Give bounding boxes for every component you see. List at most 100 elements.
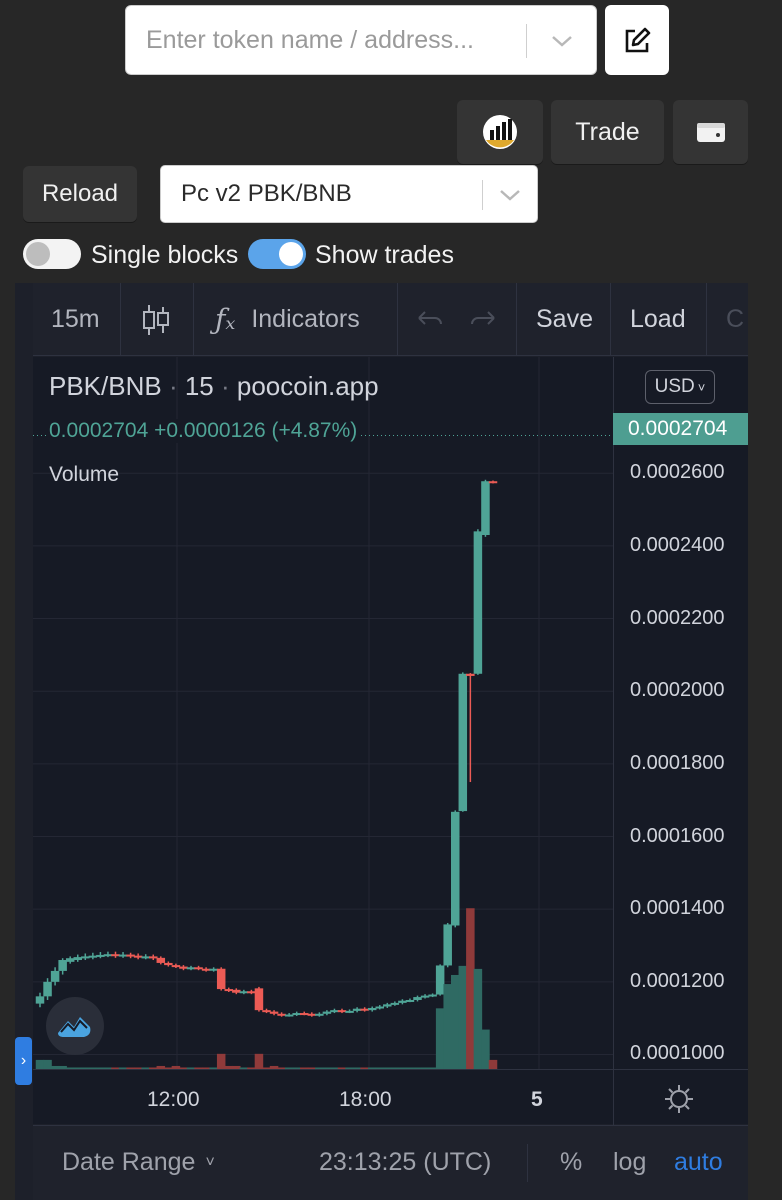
search-divider <box>526 24 527 58</box>
currency-select[interactable]: USD ˅ <box>645 370 715 404</box>
candle-body <box>50 970 60 982</box>
legend-interval: 15 <box>184 371 214 401</box>
candle-body <box>398 1000 407 1003</box>
chart-logo-button[interactable] <box>457 100 543 164</box>
candle-body <box>171 965 181 968</box>
candle-body <box>254 988 264 1011</box>
candle-body <box>458 673 468 812</box>
candle-body <box>473 531 483 674</box>
toolbar-divider <box>120 283 121 355</box>
price-tick-label: 0.0001600 <box>630 824 725 847</box>
candle-body <box>390 1002 400 1005</box>
cut-button[interactable]: C <box>726 283 744 355</box>
indicators-button[interactable]: ƒₓ Indicators <box>215 283 360 355</box>
wallet-button[interactable] <box>673 100 748 164</box>
candle-body <box>360 1008 369 1011</box>
date-range-button[interactable]: Date Range ˅ <box>62 1126 215 1199</box>
price-tick-label: 0.0001200 <box>630 969 725 992</box>
log-toggle[interactable]: log <box>613 1126 646 1199</box>
token-search-input[interactable] <box>126 6 526 74</box>
chevron-down-icon[interactable] <box>497 186 523 204</box>
current-price-tag: 0.0002704 <box>613 413 748 445</box>
toolbar-divider <box>706 283 707 355</box>
side-panel-handle[interactable]: › <box>15 1037 32 1085</box>
candle-body <box>156 957 166 963</box>
candle-body <box>443 924 452 966</box>
chevron-down-icon[interactable] <box>549 32 575 50</box>
chevron-down-icon: ˅ <box>205 1153 215 1171</box>
edit-button[interactable] <box>605 5 669 75</box>
volume-bar <box>473 968 483 1069</box>
toolbar-divider <box>193 283 194 355</box>
candle-body <box>300 1013 309 1016</box>
single-blocks-toggle[interactable] <box>23 239 81 269</box>
candle-body <box>65 958 75 962</box>
candle-body <box>43 981 52 997</box>
pair-select[interactable]: Pc v2 PBK/BNB <box>160 165 538 223</box>
candle-body <box>277 1013 286 1016</box>
reload-button[interactable]: Reload <box>23 166 137 222</box>
wallet-icon <box>696 123 725 142</box>
candle-body <box>488 481 498 484</box>
token-search-box[interactable] <box>125 5 597 75</box>
candle-body <box>330 1010 339 1013</box>
candle-body <box>35 996 45 1004</box>
price-axis[interactable]: 0.0002600 0.0002400 0.0002200 0.0002000 0.00… <box>613 357 748 1069</box>
time-axis[interactable]: 12:00 18:00 5 <box>33 1069 748 1125</box>
toolbar-divider <box>397 283 398 355</box>
candle-body <box>269 1011 279 1014</box>
candle-body <box>375 1006 384 1009</box>
candle-body <box>111 954 120 957</box>
trade-button[interactable]: Trade <box>551 100 664 164</box>
auto-toggle[interactable]: auto <box>674 1126 723 1199</box>
candle-body <box>383 1004 392 1007</box>
redo-button[interactable] <box>468 283 498 355</box>
percent-toggle[interactable]: % <box>560 1126 582 1199</box>
toggle-knob <box>26 242 50 266</box>
candle-body <box>73 957 82 961</box>
utc-clock[interactable]: 23:13:25 (UTC) <box>319 1126 491 1199</box>
chart-bottom-bar: Date Range ˅ 23:13:25 (UTC) % log auto <box>33 1125 748 1200</box>
indicators-label: Indicators <box>251 305 360 333</box>
candle-body <box>435 965 445 995</box>
price-tick-label: 0.0001800 <box>630 751 725 774</box>
tradingview-logo-button[interactable] <box>46 997 104 1055</box>
undo-button[interactable] <box>415 283 445 355</box>
redo-icon <box>471 310 495 325</box>
volume-bar <box>451 974 460 1069</box>
candle-body <box>239 991 249 994</box>
candle-body <box>451 811 460 926</box>
candle-body <box>413 997 422 1000</box>
settings-gear-icon[interactable] <box>664 1084 694 1114</box>
legend-source: poocoin.app <box>236 371 379 401</box>
load-button[interactable]: Load <box>630 283 686 355</box>
candle-type-button[interactable] <box>141 283 171 355</box>
candle-body <box>428 994 437 997</box>
chevron-right-icon: › <box>20 1052 27 1069</box>
toggle-knob <box>279 242 303 266</box>
candle-body <box>194 967 203 970</box>
legend-volume-label: Volume <box>49 463 120 486</box>
candle-body <box>164 962 173 966</box>
bottom-divider <box>527 1144 528 1182</box>
candle-body <box>367 1007 377 1011</box>
chart-plot-area[interactable]: PBK/BNB · 15 · poocoin.app 0.0002704 +0.… <box>33 357 613 1069</box>
candle-body <box>292 1013 301 1016</box>
single-blocks-label: Single blocks <box>91 241 239 269</box>
price-tick-label: 0.0002000 <box>630 679 725 702</box>
volume-bar <box>443 984 452 1069</box>
save-button[interactable]: Save <box>536 283 593 355</box>
candle-body <box>232 989 241 993</box>
price-tick-label: 0.0001400 <box>630 897 725 920</box>
interval-button[interactable]: 15m <box>51 283 100 355</box>
volume-bar <box>435 1008 445 1069</box>
candle-body <box>284 1014 294 1017</box>
chart-logo-icon <box>483 115 517 149</box>
legend-price-line: 0.0002704 +0.0000126 (+4.87%) <box>47 419 360 443</box>
time-label: 5 <box>531 1088 543 1111</box>
candle-body <box>405 999 415 1002</box>
show-trades-toggle[interactable] <box>248 239 306 269</box>
legend-symbol: PBK/BNB <box>49 371 162 401</box>
candle-body <box>186 967 196 970</box>
currency-label: USD <box>654 376 695 397</box>
